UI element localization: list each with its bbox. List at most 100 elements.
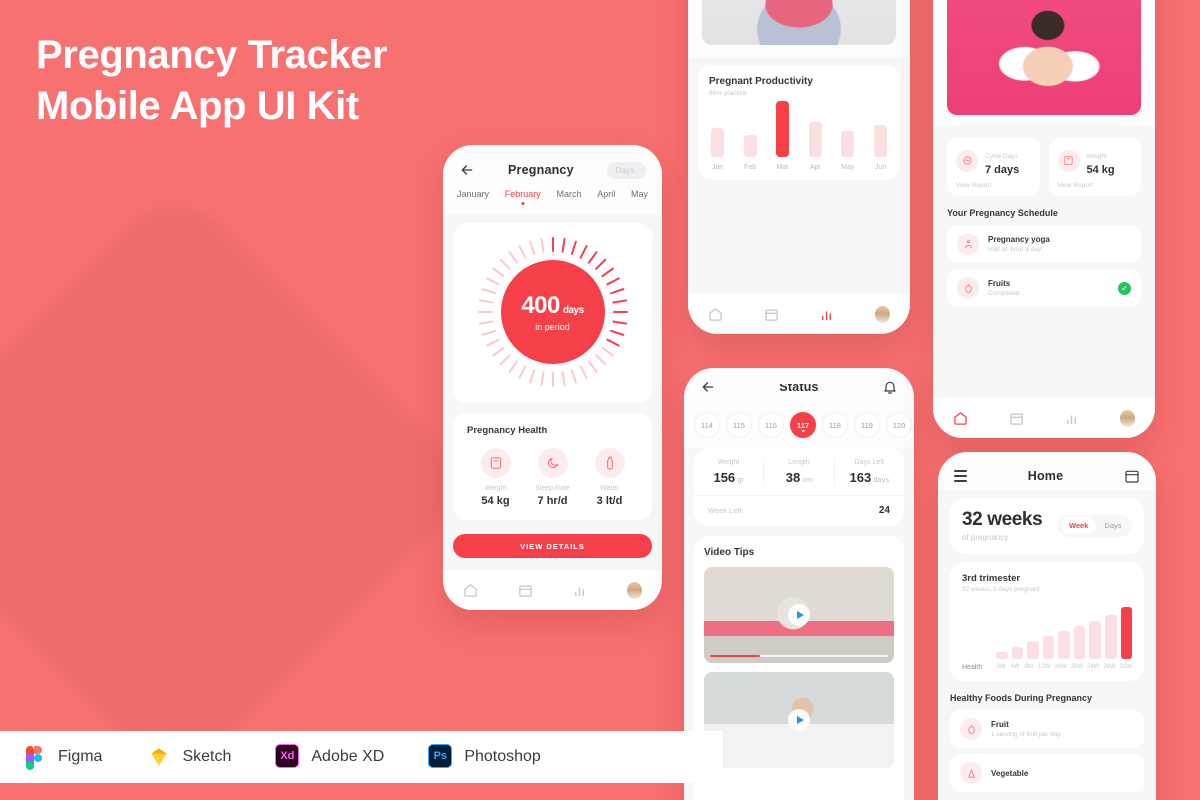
background-decorative-shape: [0, 181, 479, 789]
trimester-bar: [1089, 621, 1101, 659]
month-february[interactable]: February: [505, 189, 541, 205]
profile-avatar[interactable]: [1119, 409, 1135, 427]
month-may[interactable]: May: [631, 189, 648, 205]
health-value-sleep: 7 hr/d: [537, 495, 568, 507]
figma-logo-icon: [22, 744, 48, 770]
profile-avatar[interactable]: [627, 581, 643, 599]
view-details-button[interactable]: VIEW DETAILS: [453, 534, 652, 558]
profile-avatar[interactable]: [874, 305, 890, 323]
day-chip[interactable]: 117: [790, 412, 816, 438]
mini-value-cycle-days: 7 days: [985, 164, 1020, 176]
period-ring-gauge: 400 days in period: [477, 237, 628, 387]
pregnancy-health-card: Pregnancy Health Weight 54 kg Sleep Rate…: [453, 413, 652, 520]
food-item-fruit[interactable]: Fruit 1 serving of fruit per day: [950, 710, 1144, 748]
bar-rect: [1120, 607, 1133, 659]
play-icon[interactable]: [788, 604, 810, 626]
video-thumbnail-breathing[interactable]: [704, 672, 894, 768]
stats-icon[interactable]: [819, 307, 834, 322]
mini-label-cycle-days: Cycle Days: [985, 153, 1018, 160]
bell-icon[interactable]: [882, 379, 898, 395]
day-chip[interactable]: 115: [726, 412, 752, 438]
status-label-days-left: Days Left: [854, 459, 885, 466]
stats-icon[interactable]: [1064, 411, 1079, 426]
video-thumbnail-yoga[interactable]: [704, 567, 894, 663]
productivity-chart-title: Pregnant Productivity: [709, 76, 813, 87]
tool-label-photoshop: Photoshop: [464, 748, 541, 765]
month-january[interactable]: January: [457, 189, 489, 205]
status-stats-card: Weight 156 gr Length 38 cm Days Left 163 da…: [694, 448, 904, 526]
photoshop-logo-icon: Ps: [428, 744, 454, 770]
arrow-left-icon[interactable]: [700, 379, 716, 395]
trimester-bar-chart: [962, 601, 1133, 659]
bar-label: 8W: [1024, 664, 1034, 670]
food-title-fruit: Fruit: [991, 720, 1009, 729]
status-unit-days-left: days: [873, 475, 890, 484]
view-report-link-weight[interactable]: View Report: [1058, 182, 1133, 189]
home-icon[interactable]: [463, 583, 478, 598]
health-item-water[interactable]: Water 3 lt/d: [581, 448, 638, 507]
toggle-option-week[interactable]: Week: [1060, 517, 1097, 534]
health-label-sleep: Sleep Rate: [535, 485, 570, 492]
status-stat-length: Length 38 cm: [764, 459, 835, 485]
fruit-icon: [960, 718, 982, 740]
tool-figma[interactable]: Figma: [22, 744, 102, 770]
tool-sketch[interactable]: Sketch: [146, 744, 231, 770]
mini-card-weight[interactable]: Weight 54 kg View Report: [1048, 137, 1141, 196]
calendar-icon[interactable]: [518, 583, 533, 598]
video-progress-bar[interactable]: [710, 654, 888, 657]
bar-label: 28W: [1103, 664, 1116, 670]
view-report-link-cycle[interactable]: View Report: [956, 182, 1031, 189]
health-item-weight[interactable]: Weight 54 kg: [467, 448, 524, 507]
days-pill-label: Days: [615, 165, 634, 175]
health-item-sleep[interactable]: Sleep Rate 7 hr/d: [524, 448, 581, 507]
status-day-strip[interactable]: 114 115 116 117 118 119 120: [684, 406, 914, 448]
play-icon[interactable]: [788, 709, 810, 731]
day-chip[interactable]: 118: [822, 412, 848, 438]
trimester-chart-labels: Health 0W 4W 8W 12W 16W 20W 24W 28W 32W: [962, 664, 1132, 671]
tool-photoshop[interactable]: Ps Photoshop: [428, 744, 541, 770]
productivity-chart-subtitle: 86% practice: [709, 90, 747, 97]
week-days-toggle[interactable]: Week Days: [1058, 514, 1132, 537]
day-chip[interactable]: 119: [854, 412, 880, 438]
bar-rect: [1011, 647, 1024, 659]
productivity-bottom-nav: [688, 294, 910, 334]
pregnancy-health-title: Pregnancy Health: [467, 425, 548, 436]
vegetable-icon: [960, 762, 982, 784]
tool-adobe-xd[interactable]: Xd Adobe XD: [275, 744, 384, 770]
schedule-title: Your Pregnancy Schedule: [947, 208, 1058, 218]
calendar-icon[interactable]: [1009, 411, 1024, 426]
cycle-icon: [956, 149, 978, 172]
day-chip[interactable]: 114: [694, 412, 720, 438]
schedule-item-fruits[interactable]: Fruits Completed ✓: [947, 269, 1141, 307]
mini-card-cycle-days[interactable]: Cycle Days 7 days View Report: [947, 137, 1040, 196]
productivity-bar: May: [841, 131, 855, 171]
bar-rect: [1042, 636, 1055, 659]
tool-label-figma: Figma: [58, 748, 103, 765]
bar-label: 12W: [1037, 664, 1051, 670]
arrow-left-icon[interactable]: [459, 162, 475, 178]
calendar-icon[interactable]: [764, 307, 779, 322]
schedule-item-title-yoga: Pregnancy yoga: [988, 235, 1050, 244]
calendar-icon[interactable]: [1124, 468, 1140, 484]
home-icon[interactable]: [953, 411, 968, 426]
day-chip[interactable]: 120: [886, 412, 912, 438]
food-item-vegetable[interactable]: Vegetable: [950, 754, 1144, 792]
bar-label: Feb: [744, 164, 757, 171]
schedule-item-yoga[interactable]: Pregnancy yoga Half an hour a day: [947, 225, 1141, 263]
hamburger-menu-icon[interactable]: [954, 470, 967, 482]
bar-rect: [996, 652, 1008, 659]
home-icon[interactable]: [708, 307, 723, 322]
stats-icon[interactable]: [572, 583, 587, 598]
days-pill[interactable]: Days: [606, 161, 646, 179]
bar-label: 0W: [996, 664, 1006, 670]
day-chip[interactable]: 116: [758, 412, 784, 438]
trimester-card: 3rd trimester 32 weeks, 2 days pregnant …: [950, 562, 1144, 681]
toggle-option-days[interactable]: Days: [1096, 517, 1129, 534]
month-march[interactable]: March: [556, 189, 581, 205]
period-ring-core: 400 days in period: [500, 260, 605, 364]
page-title-line1: Pregnancy Tracker: [36, 33, 388, 77]
schedule-item-subtitle-fruits: Completed: [988, 290, 1020, 297]
productivity-bar: Mar: [776, 101, 790, 171]
month-april[interactable]: April: [597, 189, 615, 205]
food-subtitle-fruit: 1 serving of fruit per day: [991, 731, 1061, 738]
